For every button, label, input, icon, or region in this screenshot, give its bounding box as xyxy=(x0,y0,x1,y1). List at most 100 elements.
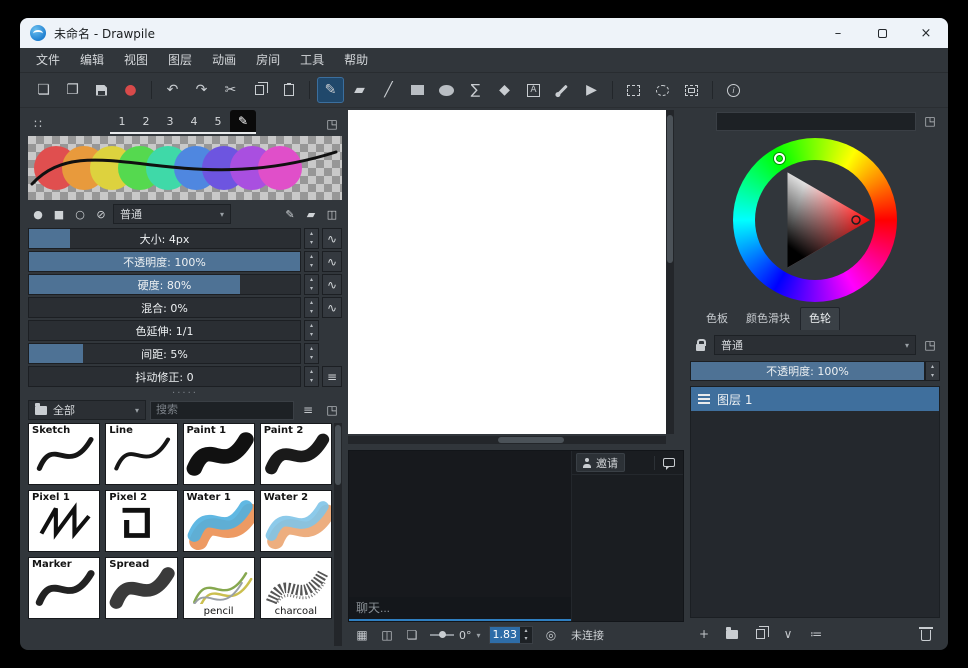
tip-round[interactable]: ● xyxy=(28,204,48,224)
pen-mode[interactable]: ✎ xyxy=(280,204,300,224)
preset-scrollbar[interactable] xyxy=(334,423,342,646)
brush-preset-spread[interactable]: Spread xyxy=(105,557,177,619)
color-swatch-9[interactable] xyxy=(258,146,302,190)
new-file-button[interactable]: ❏ xyxy=(30,77,57,103)
brush-slider-size-track[interactable]: 大小: 4px xyxy=(28,228,301,249)
zoom-spinner[interactable]: ▴▾ xyxy=(520,627,532,643)
brush-slider-spacing-spinner[interactable]: ▴▾ xyxy=(304,343,319,364)
title-bar[interactable]: 未命名 - Drawpile – × xyxy=(20,18,948,48)
layer-opacity-spinner[interactable]: ▴▾ xyxy=(925,361,940,381)
tool-rectangle[interactable] xyxy=(404,77,431,103)
drawing-canvas[interactable] xyxy=(348,110,666,434)
menu-item-session[interactable]: 房间 xyxy=(246,48,290,72)
palette-tab-1[interactable]: 1 xyxy=(110,112,134,132)
brush-preset-line[interactable]: Line xyxy=(105,423,177,485)
brush-preset-paint-1[interactable]: Paint 1 xyxy=(183,423,255,485)
palette-tab-4[interactable]: 4 xyxy=(182,112,206,132)
undo-button[interactable]: ↶ xyxy=(159,77,186,103)
brush-slider-smudging-curve-button[interactable]: ∿ xyxy=(322,297,342,318)
color-dock-button[interactable]: ◳ xyxy=(920,111,940,131)
document-info[interactable]: ❏ xyxy=(402,625,422,645)
tool-annotation[interactable]: A xyxy=(520,77,547,103)
color-wheel[interactable] xyxy=(690,136,940,304)
menu-item-view[interactable]: 视图 xyxy=(114,48,158,72)
brush-slider-size-curve-button[interactable]: ∿ xyxy=(322,228,342,249)
dock-splitter[interactable]: ····· xyxy=(28,389,342,397)
tool-ellipse[interactable] xyxy=(433,77,460,103)
marker-mode[interactable]: ▰ xyxy=(301,204,321,224)
tool-fill[interactable]: ◆ xyxy=(491,77,518,103)
brush-preset-pixel-1[interactable]: Pixel 1 xyxy=(28,490,100,552)
preset-menu-button[interactable]: ≡ xyxy=(298,400,318,420)
pointer-sync[interactable]: ◫ xyxy=(377,625,397,645)
layer-row[interactable]: 图层 1 xyxy=(691,387,939,411)
menu-item-file[interactable]: 文件 xyxy=(26,48,70,72)
save-file-button[interactable] xyxy=(88,77,115,103)
menu-item-tools[interactable]: 工具 xyxy=(290,48,334,72)
palette-tab-2[interactable]: 2 xyxy=(134,112,158,132)
brush-preset-paint-2[interactable]: Paint 2 xyxy=(260,423,332,485)
brush-slider-stabilizer-track[interactable]: 抖动修正: 0 xyxy=(28,366,301,387)
brush-slider-opacity-spinner[interactable]: ▴▾ xyxy=(304,251,319,272)
tool-select-lasso[interactable] xyxy=(649,77,676,103)
add-group-button[interactable] xyxy=(722,624,742,644)
add-layer-button[interactable]: + xyxy=(694,624,714,644)
brush-preset-water-2[interactable]: Water 2 xyxy=(260,490,332,552)
saturation-value-triangle[interactable] xyxy=(760,165,870,275)
preset-category-dropdown[interactable]: 全部 ▾ xyxy=(28,400,146,420)
color-tab-palette[interactable]: 色板 xyxy=(698,308,736,330)
tip-erase[interactable]: ⊘ xyxy=(91,204,111,224)
brush-preset-sketch[interactable]: Sketch xyxy=(28,423,100,485)
tool-inspector[interactable]: i xyxy=(720,77,747,103)
tool-laser[interactable]: ▶ xyxy=(578,77,605,103)
tool-line[interactable]: ╱ xyxy=(375,77,402,103)
brush-palette-tab[interactable]: ✎ xyxy=(230,110,256,132)
record-session-button[interactable]: ● xyxy=(117,77,144,103)
zoom-spinbox[interactable]: 1.83 ▴▾ xyxy=(489,626,534,644)
tool-select-rect[interactable] xyxy=(620,77,647,103)
delete-layer-button[interactable] xyxy=(916,624,936,644)
brush-preset-pencil[interactable]: pencil xyxy=(183,557,255,619)
palette-config-button[interactable]: ∷ xyxy=(28,114,48,134)
tool-transform[interactable] xyxy=(678,77,705,103)
brush-preset-water-1[interactable]: Water 1 xyxy=(183,490,255,552)
zoom-reset-button[interactable]: ◎ xyxy=(541,625,561,645)
duplicate-layer-button[interactable] xyxy=(750,624,770,644)
minimize-button[interactable]: – xyxy=(816,18,860,48)
brush-slider-hardness-curve-button[interactable]: ∿ xyxy=(322,274,342,295)
chat-detach-button[interactable] xyxy=(659,453,679,473)
brush-slider-smudging-track[interactable]: 混合: 0% xyxy=(28,297,301,318)
brush-preset-pixel-2[interactable]: Pixel 2 xyxy=(105,490,177,552)
preset-dock-button[interactable]: ◳ xyxy=(322,400,342,420)
tip-square[interactable]: ■ xyxy=(49,204,69,224)
open-file-button[interactable]: ❐ xyxy=(59,77,86,103)
layer-dock-button[interactable]: ◳ xyxy=(920,335,940,355)
menu-item-edit[interactable]: 编辑 xyxy=(70,48,114,72)
layer-opacity-slider[interactable]: 不透明度: 100% xyxy=(690,361,925,381)
brush-slider-menu-button[interactable]: ≡ xyxy=(322,366,342,387)
palette-swatches[interactable] xyxy=(28,136,342,200)
maximize-button[interactable] xyxy=(860,18,904,48)
redo-button[interactable]: ↷ xyxy=(188,77,215,103)
tool-freehand[interactable]: ✎ xyxy=(317,77,344,103)
brush-preset-marker[interactable]: Marker xyxy=(28,557,100,619)
brush-slider-opacity-track[interactable]: 不透明度: 100% xyxy=(28,251,301,272)
color-tab-wheel[interactable]: 色轮 xyxy=(800,307,840,330)
brush-slider-size-spinner[interactable]: ▴▾ xyxy=(304,228,319,249)
brush-preset-charcoal[interactable]: charcoal xyxy=(260,557,332,619)
layer-properties-button[interactable]: ≔ xyxy=(806,624,826,644)
color-tab-sliders[interactable]: 颜色滑块 xyxy=(738,308,798,330)
canvas-vscrollbar[interactable] xyxy=(666,110,674,434)
brush-slider-color-pickup-track[interactable]: 色延伸: 1/1 xyxy=(28,320,301,341)
brush-slider-spacing-track[interactable]: 间距: 5% xyxy=(28,343,301,364)
hue-marker[interactable] xyxy=(774,153,785,164)
brush-slider-opacity-curve-button[interactable]: ∿ xyxy=(322,251,342,272)
palette-tab-5[interactable]: 5 xyxy=(206,112,230,132)
copy-button[interactable] xyxy=(246,77,273,103)
tool-eraser[interactable]: ▰ xyxy=(346,77,373,103)
tool-curve[interactable]: ∑ xyxy=(462,77,489,103)
menu-item-layer[interactable]: 图层 xyxy=(158,48,202,72)
cut-button[interactable]: ✂ xyxy=(217,77,244,103)
brush-slider-color-pickup-spinner[interactable]: ▴▾ xyxy=(304,320,319,341)
paste-button[interactable] xyxy=(275,77,302,103)
